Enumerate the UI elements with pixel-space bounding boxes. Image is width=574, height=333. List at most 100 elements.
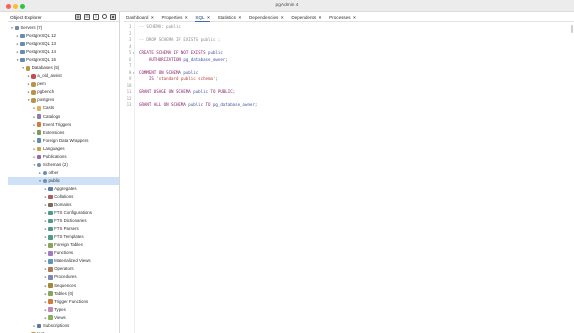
tree-node-databases-5[interactable]: ▾ Databases (5) xyxy=(8,64,119,72)
tree-node-postgresql-15[interactable]: ▾ PostgreSQL 15 xyxy=(8,56,119,64)
collapsed-caret-icon[interactable]: ▸ xyxy=(44,241,48,249)
tree-node-postgresql-14[interactable]: ▸ PostgreSQL 14 xyxy=(8,48,119,56)
close-tab-icon[interactable]: × xyxy=(207,15,210,20)
tree-node-types[interactable]: ▸ Types xyxy=(8,306,119,314)
close-tab-icon[interactable]: × xyxy=(319,15,322,20)
tree-node-label: Servers (7) xyxy=(20,25,43,30)
grid-icon[interactable]: ⊞ xyxy=(84,14,90,20)
collapsed-caret-icon[interactable]: ▸ xyxy=(32,113,36,121)
collapsed-caret-icon[interactable]: ▸ xyxy=(44,249,48,257)
tree-node-catalogs[interactable]: ▸ Catalogs xyxy=(8,113,119,121)
collapsed-caret-icon[interactable]: ▸ xyxy=(44,314,48,322)
collapsed-caret-icon[interactable]: ▸ xyxy=(44,193,48,201)
tree-node-languages[interactable]: ▸ Languages xyxy=(8,145,119,153)
collapsed-caret-icon[interactable]: ▸ xyxy=(44,298,48,306)
tree-node-postgresql-12[interactable]: ▸ PostgreSQL 12 xyxy=(8,32,119,40)
tree-node-event-triggers[interactable]: ▸ Event Triggers xyxy=(8,121,119,129)
expanded-caret-icon[interactable]: ▾ xyxy=(32,161,36,169)
tree-node-postgresql-13[interactable]: ▸ PostgreSQL 13 xyxy=(8,40,119,48)
collapsed-caret-icon[interactable]: ▸ xyxy=(32,137,36,145)
expanded-caret-icon[interactable]: ▾ xyxy=(21,64,25,72)
collapsed-caret-icon[interactable]: ▸ xyxy=(44,209,48,217)
collapsed-caret-icon[interactable]: ▸ xyxy=(32,153,36,161)
collapsed-caret-icon[interactable]: ▸ xyxy=(32,322,36,330)
tab-properties[interactable]: Properties × xyxy=(161,13,187,22)
expanded-caret-icon[interactable]: ▾ xyxy=(38,177,42,185)
collapsed-caret-icon[interactable]: ▸ xyxy=(44,257,48,265)
collapsed-caret-icon[interactable]: ▸ xyxy=(16,40,20,48)
tab-statistics[interactable]: Statistics × xyxy=(218,13,242,22)
tree-node-operators[interactable]: ▸ Operators xyxy=(8,265,119,273)
tree-node-pgbench[interactable]: ▸ pgbench xyxy=(8,88,119,96)
tree-node-subscriptions[interactable]: ▸ Subscriptions xyxy=(8,322,119,330)
expanded-caret-icon[interactable]: ▾ xyxy=(27,96,31,104)
editor-scrollbar[interactable] xyxy=(571,25,573,33)
tree-node-other[interactable]: ▸ other xyxy=(8,169,119,177)
tree-node-postgres[interactable]: ▾ postgres xyxy=(8,96,119,104)
tree-node-a-old-assist[interactable]: ▸ a_old_assist xyxy=(8,72,119,80)
tree-node-domains[interactable]: ▸ Domains xyxy=(8,201,119,209)
fold-toggle-icon[interactable]: ▾ xyxy=(133,50,135,57)
tree-node-aggregates[interactable]: ▸ Aggregates xyxy=(8,185,119,193)
collapsed-caret-icon[interactable]: ▸ xyxy=(32,104,36,112)
search-icon[interactable] xyxy=(102,14,107,19)
tree-node-functions[interactable]: ▸ Functions xyxy=(8,249,119,257)
tree-node-procedures[interactable]: ▸ Procedures xyxy=(8,273,119,281)
collapsed-caret-icon[interactable]: ▸ xyxy=(44,290,48,298)
tree-node-foreign-data-wrappers[interactable]: ▸ Foreign Data Wrappers xyxy=(8,137,119,145)
tree-node-fts-templates[interactable]: ▸ FTS Templates xyxy=(8,233,119,241)
collapsed-caret-icon[interactable]: ▸ xyxy=(27,72,31,80)
collapsed-caret-icon[interactable]: ▸ xyxy=(16,32,20,40)
close-tab-icon[interactable]: × xyxy=(185,15,188,20)
fold-toggle-icon[interactable]: ▾ xyxy=(133,70,135,77)
tree-node-publications[interactable]: ▸ Publications xyxy=(8,153,119,161)
expanded-caret-icon[interactable]: ▾ xyxy=(10,24,14,32)
tree-node-public[interactable]: ▾ public xyxy=(8,176,119,185)
tree-node-fts-configurations[interactable]: ▸ FTS Configurations xyxy=(8,209,119,217)
expanded-caret-icon[interactable]: ▾ xyxy=(16,56,20,64)
tree-node-casts[interactable]: ▸ Casts xyxy=(8,104,119,112)
collapsed-caret-icon[interactable]: ▸ xyxy=(44,225,48,233)
collapsed-caret-icon[interactable]: ▸ xyxy=(44,185,48,193)
collapsed-caret-icon[interactable]: ▸ xyxy=(16,48,20,56)
tree-node-sequences[interactable]: ▸ Sequences xyxy=(8,282,119,290)
collapsed-caret-icon[interactable]: ▸ xyxy=(27,80,31,88)
collapsed-caret-icon[interactable]: ▸ xyxy=(44,201,48,209)
collapsed-caret-icon[interactable]: ▸ xyxy=(44,233,48,241)
sql-icon[interactable]: ≡ xyxy=(93,14,99,20)
tree-node-schemas-2[interactable]: ▾ Schemas (2) xyxy=(8,161,119,169)
collapsed-caret-icon[interactable]: ▸ xyxy=(27,88,31,96)
collapsed-caret-icon[interactable]: ▸ xyxy=(44,265,48,273)
close-tab-icon[interactable]: × xyxy=(353,15,356,20)
collapsed-caret-icon[interactable]: ▸ xyxy=(32,129,36,137)
tab-dependencies[interactable]: Dependencies × xyxy=(249,13,284,22)
tree-node-materialized-views[interactable]: ▸ Materialized Views xyxy=(8,257,119,265)
collapsed-caret-icon[interactable]: ▸ xyxy=(44,217,48,225)
tab-processes[interactable]: Processes × xyxy=(329,13,356,22)
collapsed-caret-icon[interactable]: ▸ xyxy=(38,169,42,177)
tab-dashboard[interactable]: Dashboard × xyxy=(126,13,154,22)
collapsed-caret-icon[interactable]: ▸ xyxy=(44,306,48,314)
tree-node-fts-dictionaries[interactable]: ▸ FTS Dictionaries xyxy=(8,217,119,225)
close-tab-icon[interactable]: × xyxy=(238,15,241,20)
tree-node-trigger-functions[interactable]: ▸ Trigger Functions xyxy=(8,298,119,306)
table-view-icon[interactable]: ▦ xyxy=(75,14,81,20)
sql-editor[interactable]: 1 -- SCHEMA: public 2 3 -- DROP SCHEMA IF EX… xyxy=(124,23,574,333)
tree-node-pem[interactable]: ▸ pem xyxy=(8,80,119,88)
tab-dependents[interactable]: Dependents × xyxy=(291,13,321,22)
tree-node-views[interactable]: ▸ Views xyxy=(8,314,119,322)
tree-node-foreign-tables[interactable]: ▸ Foreign Tables xyxy=(8,241,119,249)
close-tab-icon[interactable]: × xyxy=(151,15,154,20)
terminal-icon[interactable]: ▣ xyxy=(110,14,116,20)
tree-node-fts-parsers[interactable]: ▸ FTS Parsers xyxy=(8,225,119,233)
tab-sql[interactable]: SQL × xyxy=(195,13,210,22)
close-tab-icon[interactable]: × xyxy=(281,15,284,20)
tree-node-collations[interactable]: ▸ Collations xyxy=(8,193,119,201)
collapsed-caret-icon[interactable]: ▸ xyxy=(32,145,36,153)
tree-node-extensions[interactable]: ▸ Extensions xyxy=(8,129,119,137)
tree-node-tables-0[interactable]: ▸ Tables (0) xyxy=(8,290,119,298)
collapsed-caret-icon[interactable]: ▸ xyxy=(44,282,48,290)
collapsed-caret-icon[interactable]: ▸ xyxy=(44,273,48,281)
collapsed-caret-icon[interactable]: ▸ xyxy=(32,121,36,129)
tree-node-servers-7[interactable]: ▾ Servers (7) xyxy=(8,24,119,32)
